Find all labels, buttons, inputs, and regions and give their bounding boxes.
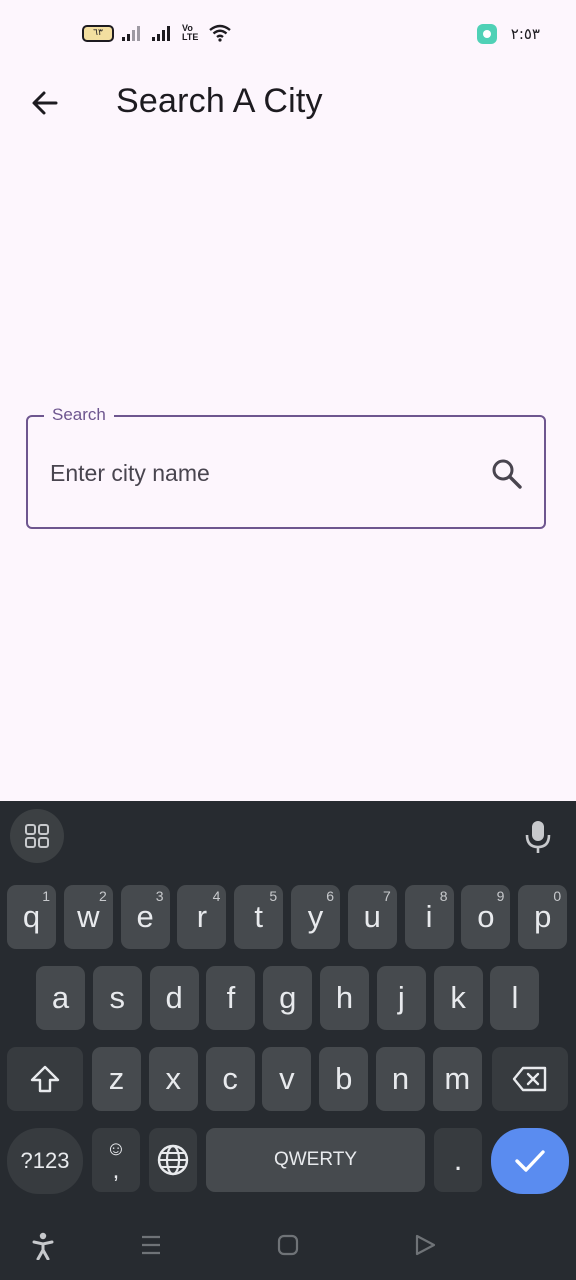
key-number-hint: 0 <box>553 888 562 904</box>
keyboard-row-2: asdfghjkl <box>0 966 576 1032</box>
key-u[interactable]: u7 <box>347 885 397 949</box>
key-number-hint: 7 <box>383 888 391 904</box>
wifi-icon <box>209 24 231 42</box>
key-z[interactable]: z <box>92 1047 141 1111</box>
shift-key[interactable] <box>7 1047 83 1111</box>
search-field[interactable]: Search <box>26 405 546 529</box>
key-number-hint: 9 <box>496 888 505 904</box>
key-number-hint: 2 <box>99 888 107 904</box>
signal-icon <box>152 26 170 41</box>
key-f[interactable]: f <box>206 966 256 1030</box>
key-n[interactable]: n <box>376 1047 425 1111</box>
key-a[interactable]: a <box>36 966 85 1030</box>
key-c[interactable]: c <box>205 1047 255 1111</box>
battery-icon: ٦٣ <box>82 24 114 42</box>
key-label: e <box>136 899 154 934</box>
key-i[interactable]: i8 <box>404 885 454 949</box>
recent-apps-icon[interactable] <box>140 1234 162 1256</box>
symbols-key[interactable]: ?123 <box>7 1128 83 1194</box>
back-arrow-icon[interactable] <box>26 84 64 122</box>
key-m[interactable]: m <box>432 1047 482 1111</box>
search-icon[interactable] <box>490 457 524 491</box>
app-notification-icon <box>476 24 497 44</box>
keyboard-row-3: zxcvbnm <box>0 1047 576 1113</box>
city-search-input[interactable] <box>50 451 470 495</box>
status-left: ٦٣ Vo LTE <box>82 24 232 42</box>
app-bar: Search A City <box>0 70 576 134</box>
key-label: w <box>77 899 100 934</box>
enter-key[interactable] <box>491 1128 569 1194</box>
key-number-hint: 3 <box>155 888 164 904</box>
volte-icon: Vo LTE <box>182 23 199 42</box>
language-key[interactable] <box>149 1128 197 1192</box>
key-s[interactable]: s <box>92 966 142 1030</box>
key-t[interactable]: t5 <box>234 885 284 949</box>
key-number-hint: 1 <box>42 888 50 904</box>
page-title: Search A City <box>116 82 323 120</box>
key-j[interactable]: j <box>376 966 426 1030</box>
key-p[interactable]: p0 <box>518 885 568 949</box>
status-time: ٢:٥٣ <box>510 25 540 43</box>
status-bar: ٦٣ Vo LTE ٢:٥٣ <box>0 0 576 70</box>
key-g[interactable]: g <box>263 966 313 1030</box>
key-label: u <box>363 899 381 934</box>
key-x[interactable]: x <box>148 1047 198 1111</box>
shift-icon <box>30 1065 60 1093</box>
key-w[interactable]: w2 <box>63 885 113 949</box>
comma-label: , <box>112 1157 120 1184</box>
emoji-comma-key[interactable]: ☺ , <box>92 1128 140 1192</box>
backspace-key[interactable] <box>492 1047 568 1111</box>
key-number-hint: 4 <box>212 888 221 904</box>
key-b[interactable]: b <box>319 1047 369 1111</box>
key-label: i <box>425 899 433 934</box>
key-k[interactable]: k <box>433 966 483 1030</box>
accessibility-icon[interactable] <box>32 1232 54 1260</box>
keyboard-row-1: q1w2e3r4t5y6u7i8o9p0 <box>0 885 576 951</box>
key-o[interactable]: o9 <box>461 885 511 949</box>
microphone-icon[interactable] <box>522 819 554 855</box>
key-number-hint: 6 <box>326 888 334 904</box>
globe-icon <box>157 1144 189 1176</box>
checkmark-icon <box>515 1150 545 1172</box>
key-v[interactable]: v <box>262 1047 312 1111</box>
key-h[interactable]: h <box>320 966 369 1030</box>
space-bar[interactable]: QWERTY <box>206 1128 425 1192</box>
key-label: p <box>534 899 552 934</box>
key-d[interactable]: d <box>149 966 199 1030</box>
back-triangle-icon[interactable] <box>414 1234 436 1256</box>
key-r[interactable]: r4 <box>177 885 227 949</box>
status-right: ٢:٥٣ <box>476 24 540 44</box>
signal-icon <box>122 26 140 41</box>
key-q[interactable]: q1 <box>7 885 56 949</box>
key-label: y <box>307 899 324 934</box>
system-navigation-bar <box>0 1210 576 1280</box>
key-label: r <box>196 899 208 934</box>
key-number-hint: 5 <box>269 888 278 904</box>
period-key[interactable]: . <box>434 1128 482 1192</box>
backspace-icon <box>512 1066 547 1092</box>
keyboard-toolbar <box>0 801 576 871</box>
key-label: o <box>477 899 495 934</box>
key-number-hint: 8 <box>439 888 448 904</box>
keyboard-row-4: ?123 ☺ , QWERTY . <box>0 1128 576 1194</box>
keyboard-menu-button[interactable] <box>10 809 64 863</box>
key-y[interactable]: y6 <box>291 885 340 949</box>
key-l[interactable]: l <box>490 966 540 1030</box>
search-field-label: Search <box>44 405 114 425</box>
key-e[interactable]: e3 <box>120 885 170 949</box>
key-label: t <box>254 899 263 934</box>
on-screen-keyboard: q1w2e3r4t5y6u7i8o9p0 asdfghjkl zxcvbnm ?… <box>0 801 576 1280</box>
key-label: q <box>22 899 41 934</box>
home-icon[interactable] <box>277 1234 299 1256</box>
grid-icon <box>25 824 49 848</box>
